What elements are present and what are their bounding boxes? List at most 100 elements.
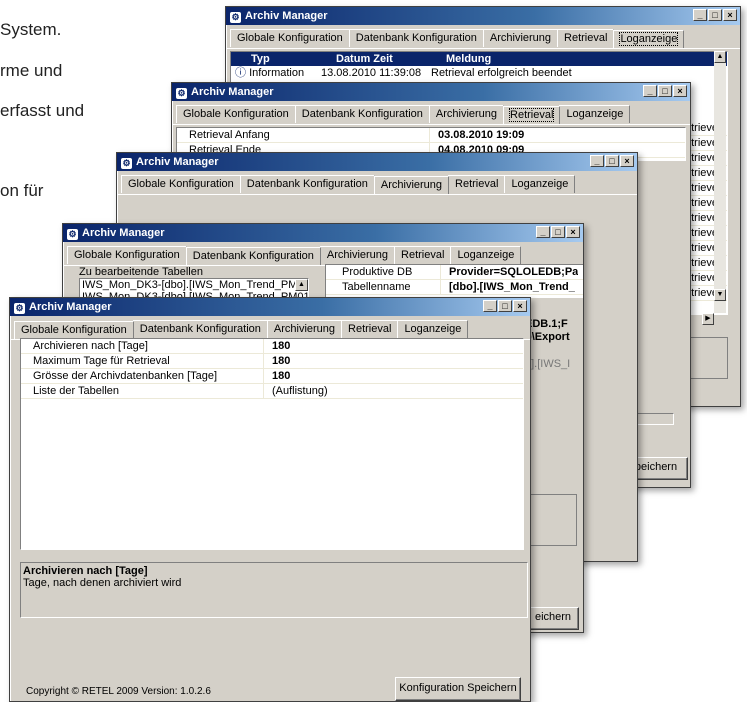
tab-archivierung[interactable]: Archivierung bbox=[482, 29, 559, 47]
table-row[interactable]: Grösse der Archivdatenbanken [Tage] 180 bbox=[21, 369, 523, 384]
scroll-down-icon[interactable]: ▼ bbox=[714, 289, 726, 301]
row-value[interactable]: (Auflistung) bbox=[264, 384, 328, 398]
tab-loganzeige[interactable]: Loganzeige bbox=[613, 30, 685, 48]
tab-archivierung[interactable]: Archivierung bbox=[428, 105, 505, 123]
scroll-up-icon[interactable]: ▲ bbox=[295, 279, 308, 291]
scroll-up-icon[interactable]: ▲ bbox=[714, 51, 726, 63]
close-icon[interactable]: × bbox=[620, 155, 634, 167]
row-label: Retrieval Anfang bbox=[177, 128, 430, 142]
app-icon: ⚙ bbox=[176, 88, 187, 99]
table-row[interactable]: Tabellenname [dbo].[IWS_Mon_Trend_ bbox=[326, 280, 583, 295]
row-label: Liste der Tabellen bbox=[21, 384, 264, 398]
tab-datenbank[interactable]: Datenbank Konfiguration bbox=[348, 29, 484, 47]
row-label: Grösse der Archivdatenbanken [Tage] bbox=[21, 369, 264, 383]
col-typ[interactable]: Typ bbox=[231, 52, 336, 66]
vertical-scrollbar[interactable]: ▲ ▼ bbox=[714, 51, 726, 313]
save-config-button[interactable]: Konfiguration Speichern bbox=[395, 677, 521, 701]
peek-value: EDB.1;F bbox=[525, 318, 568, 330]
tab-strip: Globale Konfiguration Datenbank Konfigur… bbox=[172, 101, 690, 125]
maximize-icon[interactable]: □ bbox=[551, 226, 565, 238]
row-label: Maximum Tage für Retrieval bbox=[21, 354, 264, 368]
table-row[interactable]: Retrieval Anfang 03.08.2010 19:09 bbox=[177, 128, 685, 143]
tab-globale[interactable]: Globale Konfiguration bbox=[176, 105, 296, 123]
close-icon[interactable]: × bbox=[513, 300, 527, 312]
col-meldung[interactable]: Meldung bbox=[446, 52, 646, 66]
row-value[interactable]: 180 bbox=[264, 354, 290, 368]
table-row[interactable]: Liste der Tabellen (Auflistung) bbox=[21, 384, 523, 399]
tab-retrieval[interactable]: Retrieval bbox=[557, 29, 615, 47]
log-row[interactable]: ⓘ Information 13.08.2010 11:39:08 Retrie… bbox=[231, 66, 727, 80]
peek-values: EDB.1;F b\Export o].[IWS_I bbox=[525, 318, 583, 371]
window-title: Archiv Manager bbox=[245, 10, 328, 22]
log-message: Retrieval erfolgreich beendet bbox=[431, 67, 572, 79]
maximize-icon[interactable]: □ bbox=[605, 155, 619, 167]
title-bar[interactable]: ⚙ Archiv Manager _ □ × bbox=[63, 224, 583, 242]
description-text: Tage, nach denen archiviert wird bbox=[23, 577, 182, 589]
bg-text-2: rme und bbox=[0, 61, 63, 80]
close-icon[interactable]: × bbox=[723, 9, 737, 21]
tab-datenbank[interactable]: Datenbank Konfiguration bbox=[239, 175, 375, 193]
minimize-icon[interactable]: _ bbox=[590, 155, 604, 167]
tab-archivierung[interactable]: Archivierung bbox=[319, 246, 396, 264]
title-bar[interactable]: ⚙ Archiv Manager _ □ × bbox=[226, 7, 740, 25]
tab-archivierung[interactable]: Archivierung bbox=[266, 320, 343, 338]
row-label: Archivieren nach [Tage] bbox=[21, 339, 264, 353]
property-grid[interactable]: Archivieren nach [Tage] 180 Maximum Tage… bbox=[20, 338, 524, 550]
save-button[interactable]: eichern bbox=[527, 607, 579, 630]
maximize-icon[interactable]: □ bbox=[658, 85, 672, 97]
tab-loganzeige[interactable]: Loganzeige bbox=[559, 105, 631, 123]
table-row[interactable]: Archivieren nach [Tage] 180 bbox=[21, 339, 523, 354]
tab-retrieval[interactable]: Retrieval bbox=[341, 320, 399, 338]
row-value[interactable]: 180 bbox=[264, 369, 290, 383]
tab-retrieval[interactable]: Retrieval bbox=[448, 175, 506, 193]
maximize-icon[interactable]: □ bbox=[498, 300, 512, 312]
list-item[interactable]: IWS_Mon_DK3-[dbo].[IWS_Mon_Trend_PM01_C bbox=[80, 279, 308, 291]
window-globale: ⚙ Archiv Manager _ □ × Globale Konfigurat… bbox=[9, 297, 531, 702]
title-bar[interactable]: ⚙ Archiv Manager _ □ × bbox=[10, 298, 530, 316]
minimize-icon[interactable]: _ bbox=[643, 85, 657, 97]
copyright-text: Copyright © RETEL 2009 Version: 1.0.2.6 bbox=[26, 686, 211, 697]
detail-panel bbox=[686, 337, 728, 379]
table-row[interactable]: Maximum Tage für Retrieval 180 bbox=[21, 354, 523, 369]
row-value: Provider=SQLOLEDB;Pa bbox=[449, 266, 579, 278]
scroll-right-icon[interactable]: ▶ bbox=[702, 313, 714, 325]
table-row[interactable]: Produktive DB Provider=SQLOLEDB;Pa bbox=[326, 265, 583, 280]
minimize-icon[interactable]: _ bbox=[693, 9, 707, 21]
bg-text-4: on für bbox=[0, 181, 44, 200]
tab-strip: Globale Konfiguration Datenbank Konfigur… bbox=[63, 242, 583, 266]
title-bar[interactable]: ⚙ Archiv Manager _ □ × bbox=[117, 153, 637, 171]
tab-loganzeige[interactable]: Loganzeige bbox=[397, 320, 469, 338]
tab-loganzeige[interactable]: Loganzeige bbox=[504, 175, 576, 193]
app-icon: ⚙ bbox=[14, 303, 25, 314]
tab-globale[interactable]: Globale Konfiguration bbox=[121, 175, 241, 193]
db-props-grid[interactable]: Produktive DB Provider=SQLOLEDB;Pa Tabel… bbox=[325, 264, 583, 298]
col-datum[interactable]: Datum Zeit bbox=[336, 52, 446, 66]
peek-value: b\Export bbox=[525, 331, 570, 343]
maximize-icon[interactable]: □ bbox=[708, 9, 722, 21]
tab-strip: Globale Konfiguration Datenbank Konfigur… bbox=[226, 25, 740, 49]
tab-datenbank[interactable]: Datenbank Konfiguration bbox=[185, 247, 321, 265]
app-icon: ⚙ bbox=[121, 158, 132, 169]
minimize-icon[interactable]: _ bbox=[483, 300, 497, 312]
tab-datenbank[interactable]: Datenbank Konfiguration bbox=[294, 105, 430, 123]
tab-datenbank[interactable]: Datenbank Konfiguration bbox=[132, 320, 268, 338]
tab-loganzeige[interactable]: Loganzeige bbox=[450, 246, 522, 264]
tab-globale[interactable]: Globale Konfiguration bbox=[67, 246, 187, 264]
tab-retrieval[interactable]: Retrieval bbox=[503, 106, 561, 124]
log-header: Typ Datum Zeit Meldung bbox=[231, 52, 727, 66]
tab-archivierung[interactable]: Archivierung bbox=[373, 176, 450, 194]
title-bar[interactable]: ⚙ Archiv Manager _ □ × bbox=[172, 83, 690, 101]
row-value[interactable]: 180 bbox=[264, 339, 290, 353]
window-title: Archiv Manager bbox=[191, 86, 274, 98]
tab-retrieval[interactable]: Retrieval bbox=[394, 246, 452, 264]
close-icon[interactable]: × bbox=[566, 226, 580, 238]
tab-globale[interactable]: Globale Konfiguration bbox=[230, 29, 350, 47]
minimize-icon[interactable]: _ bbox=[536, 226, 550, 238]
description-title: Archivieren nach [Tage] bbox=[23, 565, 148, 577]
bg-text-1: System. bbox=[0, 20, 62, 39]
log-type: Information bbox=[249, 67, 305, 79]
row-value: [dbo].[IWS_Mon_Trend_ bbox=[449, 281, 575, 293]
close-icon[interactable]: × bbox=[673, 85, 687, 97]
row-label: Produktive DB bbox=[326, 265, 441, 279]
tab-globale[interactable]: Globale Konfiguration bbox=[14, 321, 134, 339]
